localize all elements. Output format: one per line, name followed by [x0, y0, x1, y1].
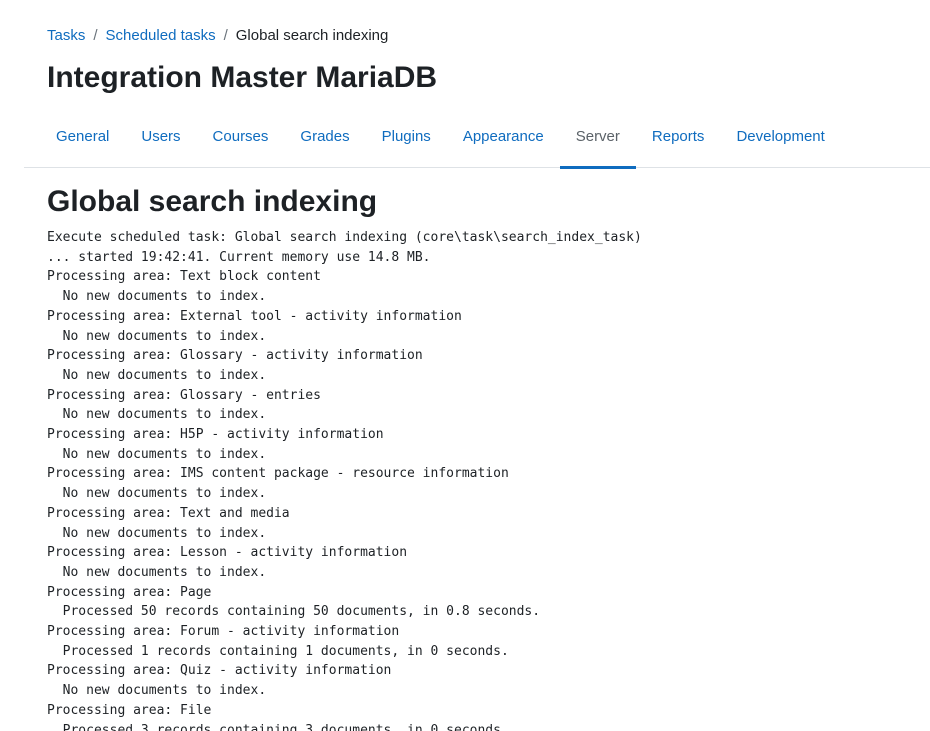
log-line: Processing area: Text block content [47, 269, 321, 285]
log-line: Processing area: Quiz - activity informa… [47, 663, 392, 679]
admin-tabs: General Users Courses Grades Plugins App… [24, 106, 930, 169]
log-line: Processed 3 records containing 3 documen… [47, 722, 509, 731]
breadcrumb-separator: / [223, 27, 228, 44]
log-line: Execute scheduled task: Global search in… [47, 230, 642, 245]
log-line: Processing area: Glossary - activity inf… [47, 348, 423, 364]
log-line: Processing area: External tool - activit… [47, 308, 462, 324]
log-line: Processing area: Text and media [47, 505, 290, 521]
tab-appearance[interactable]: Appearance [447, 106, 560, 168]
breadcrumb-link-tasks[interactable]: Tasks [47, 27, 85, 44]
section-title: Global search indexing [47, 185, 378, 218]
log-line: Processing area: H5P - activity informat… [47, 427, 384, 443]
tab-general[interactable]: General [40, 106, 125, 168]
log-line: No new documents to index. [47, 446, 267, 462]
log-line: Processing area: Page [47, 584, 212, 600]
tab-grades[interactable]: Grades [284, 106, 365, 168]
log-line: Processed 50 records containing 50 docum… [47, 604, 541, 620]
breadcrumb-separator: / [93, 27, 98, 44]
log-line: ... started 19:42:41. Current memory use… [47, 249, 431, 265]
breadcrumb-link-scheduled-tasks[interactable]: Scheduled tasks [106, 27, 216, 44]
log-line: No new documents to index. [47, 683, 267, 699]
log-line: No new documents to index. [47, 367, 267, 383]
tab-reports[interactable]: Reports [636, 106, 721, 168]
tab-courses[interactable]: Courses [197, 106, 285, 168]
tab-development[interactable]: Development [720, 106, 840, 168]
log-line: Processing area: Glossary - entries [47, 387, 321, 403]
log-line: Processed 1 records containing 1 documen… [47, 643, 509, 659]
tab-server[interactable]: Server [559, 106, 637, 169]
log-line: No new documents to index. [47, 328, 267, 344]
tab-plugins[interactable]: Plugins [366, 106, 447, 168]
log-line: No new documents to index. [47, 525, 267, 541]
log-line: No new documents to index. [47, 289, 267, 305]
breadcrumb: Tasks / Scheduled tasks / Global search inde… [47, 26, 388, 46]
log-line: No new documents to index. [47, 407, 267, 423]
log-line: Processing area: IMS content package - r… [47, 466, 509, 482]
log-line: No new documents to index. [47, 564, 267, 580]
tab-users[interactable]: Users [125, 106, 196, 168]
page-title: Integration Master MariaDB [47, 61, 438, 94]
task-output-log: Execute scheduled task: Global search in… [47, 228, 642, 731]
log-line: Processing area: File [47, 702, 212, 718]
log-line: Processing area: Forum - activity inform… [47, 624, 400, 640]
log-line: No new documents to index. [47, 486, 267, 502]
breadcrumb-current: Global search indexing [235, 27, 389, 44]
log-line: Processing area: Lesson - activity infor… [47, 545, 408, 561]
